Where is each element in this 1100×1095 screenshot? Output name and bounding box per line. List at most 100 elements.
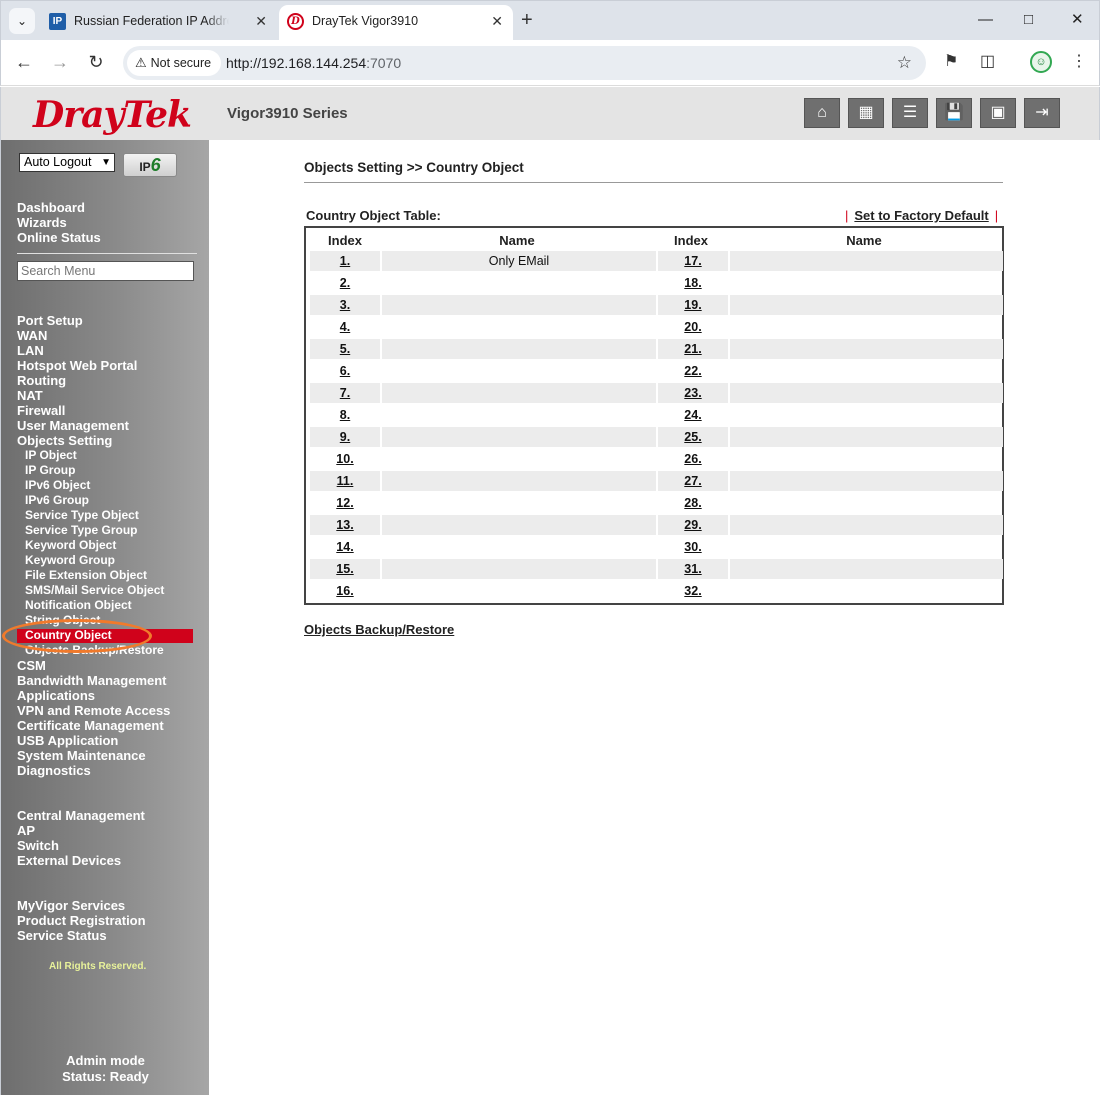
submenu-ip-object[interactable]: IP Object [25, 448, 77, 463]
index-link[interactable]: 16. [310, 581, 380, 601]
logout-icon[interactable]: ⇥ [1024, 98, 1060, 128]
flag-icon[interactable]: ⚑ [944, 51, 958, 73]
index-link[interactable]: 22. [658, 361, 728, 381]
index-link[interactable]: 31. [658, 559, 728, 579]
index-link[interactable]: 18. [658, 273, 728, 293]
reload-icon[interactable]: ↻ [85, 51, 107, 73]
index-link[interactable]: 3. [310, 295, 380, 315]
sliders-icon[interactable]: ☰ [892, 98, 928, 128]
contact-icon[interactable]: ▣ [980, 98, 1016, 128]
menu-usb-application[interactable]: USB Application [17, 733, 118, 748]
menu-wan[interactable]: WAN [17, 328, 47, 343]
submenu-keyword-group[interactable]: Keyword Group [25, 553, 115, 568]
menu-diagnostics[interactable]: Diagnostics [17, 763, 91, 778]
menu-product-registration[interactable]: Product Registration [17, 913, 146, 928]
menu-port-setup[interactable]: Port Setup [17, 313, 83, 328]
index-link[interactable]: 14. [310, 537, 380, 557]
menu-applications[interactable]: Applications [17, 688, 95, 703]
security-chip[interactable]: ⚠ Not secure [127, 50, 222, 76]
index-link[interactable]: 23. [658, 383, 728, 403]
tab-draytek[interactable]: D DrayTek Vigor3910 ✕ [279, 5, 513, 41]
auto-logout-select[interactable]: Auto Logout ▼ [19, 153, 115, 172]
menu-csm[interactable]: CSM [17, 658, 46, 673]
set-factory-default-link[interactable]: Set to Factory Default [854, 208, 988, 223]
menu-wizards[interactable]: Wizards [17, 215, 67, 230]
index-link[interactable]: 25. [658, 427, 728, 447]
menu-certificate-management[interactable]: Certificate Management [17, 718, 164, 733]
menu-lan[interactable]: LAN [17, 343, 44, 358]
window-close-icon[interactable]: ✕ [1071, 9, 1084, 31]
new-tab-icon[interactable]: + [521, 8, 533, 32]
more-vert-icon[interactable]: ⋮ [1071, 51, 1087, 73]
menu-service-status[interactable]: Service Status [17, 928, 107, 943]
index-link[interactable]: 12. [310, 493, 380, 513]
index-link[interactable]: 24. [658, 405, 728, 425]
menu-ap[interactable]: AP [17, 823, 35, 838]
index-link[interactable]: 21. [658, 339, 728, 359]
menu-routing[interactable]: Routing [17, 373, 66, 388]
submenu-ipv6-group[interactable]: IPv6 Group [25, 493, 89, 508]
tab-search-chevron-icon[interactable]: ⌄ [9, 8, 35, 34]
index-link[interactable]: 20. [658, 317, 728, 337]
submenu-file-extension-object[interactable]: File Extension Object [25, 568, 147, 583]
menu-switch[interactable]: Switch [17, 838, 59, 853]
menu-firewall[interactable]: Firewall [17, 403, 65, 418]
index-link[interactable]: 1. [310, 251, 380, 271]
submenu-notification-object[interactable]: Notification Object [25, 598, 132, 613]
index-link[interactable]: 9. [310, 427, 380, 447]
menu-central-management[interactable]: Central Management [17, 808, 145, 823]
index-link[interactable]: 15. [310, 559, 380, 579]
menu-system-maintenance[interactable]: System Maintenance [17, 748, 146, 763]
submenu-keyword-object[interactable]: Keyword Object [25, 538, 116, 553]
menu-vpn-remote-access[interactable]: VPN and Remote Access [17, 703, 170, 718]
index-link[interactable]: 28. [658, 493, 728, 513]
extensions-puzzle-icon[interactable]: ◫ [980, 51, 995, 73]
menu-external-devices[interactable]: External Devices [17, 853, 121, 868]
index-link[interactable]: 19. [658, 295, 728, 315]
url-text[interactable]: http://192.168.144.254:7070 [226, 46, 401, 80]
ipv6-button[interactable]: IP6 [123, 153, 177, 177]
submenu-service-type-group[interactable]: Service Type Group [25, 523, 137, 538]
index-link[interactable]: 26. [658, 449, 728, 469]
minimize-icon[interactable]: — [978, 9, 993, 31]
index-link[interactable]: 10. [310, 449, 380, 469]
index-link[interactable]: 8. [310, 405, 380, 425]
menu-online-status[interactable]: Online Status [17, 230, 101, 245]
submenu-sms-mail-service-object[interactable]: SMS/Mail Service Object [25, 583, 164, 598]
objects-backup-restore-link[interactable]: Objects Backup/Restore [304, 622, 454, 637]
bookmark-star-icon[interactable]: ☆ [897, 46, 912, 80]
index-link[interactable]: 11. [310, 471, 380, 491]
menu-user-management[interactable]: User Management [17, 418, 129, 433]
menu-bandwidth-management[interactable]: Bandwidth Management [17, 673, 167, 688]
index-link[interactable]: 17. [658, 251, 728, 271]
close-icon[interactable]: ✕ [491, 5, 503, 37]
menu-nat[interactable]: NAT [17, 388, 43, 403]
index-link[interactable]: 5. [310, 339, 380, 359]
index-link[interactable]: 6. [310, 361, 380, 381]
submenu-ipv6-object[interactable]: IPv6 Object [25, 478, 90, 493]
layout-icon[interactable]: ▦ [848, 98, 884, 128]
address-bar[interactable]: ⚠ Not secure http://192.168.144.254:7070 … [123, 46, 926, 80]
index-link[interactable]: 29. [658, 515, 728, 535]
menu-myvigor-services[interactable]: MyVigor Services [17, 898, 125, 913]
index-link[interactable]: 32. [658, 581, 728, 601]
menu-dashboard[interactable]: Dashboard [17, 200, 85, 215]
index-link[interactable]: 2. [310, 273, 380, 293]
index-link[interactable]: 30. [658, 537, 728, 557]
home-icon[interactable]: ⌂ [804, 98, 840, 128]
profile-avatar-icon[interactable]: ☺ [1030, 51, 1052, 73]
back-arrow-icon[interactable]: ← [13, 51, 35, 73]
submenu-service-type-object[interactable]: Service Type Object [25, 508, 139, 523]
save-icon[interactable]: 💾 [936, 98, 972, 128]
menu-objects-setting[interactable]: Objects Setting [17, 433, 112, 448]
menu-hotspot-web-portal[interactable]: Hotspot Web Portal [17, 358, 137, 373]
index-link[interactable]: 4. [310, 317, 380, 337]
forward-arrow-icon[interactable]: → [49, 51, 71, 73]
search-menu-input[interactable]: Search Menu [17, 261, 194, 281]
tab-russian-ip[interactable]: IP Russian Federation IP Address Ranges … [41, 5, 277, 41]
submenu-ip-group[interactable]: IP Group [25, 463, 75, 478]
maximize-icon[interactable]: □ [1024, 9, 1033, 31]
index-link[interactable]: 13. [310, 515, 380, 535]
index-link[interactable]: 7. [310, 383, 380, 403]
close-icon[interactable]: ✕ [255, 5, 267, 37]
